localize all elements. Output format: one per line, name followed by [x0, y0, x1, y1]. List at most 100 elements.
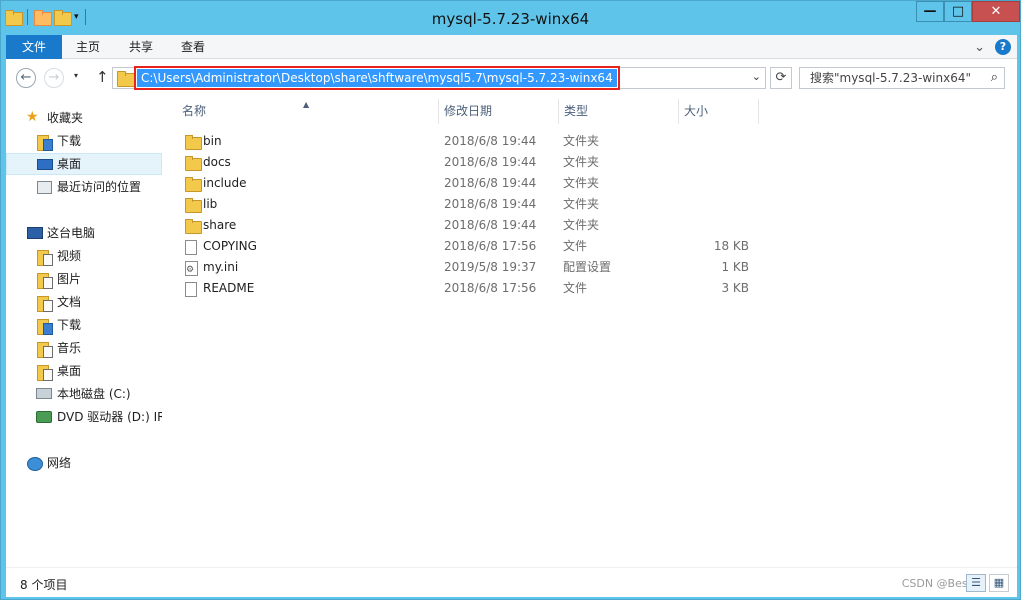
expand-ribbon-icon[interactable]: ⌄: [974, 40, 985, 55]
file-icon: [185, 240, 197, 255]
sidebar-item-documents[interactable]: 文档: [6, 291, 162, 313]
sidebar-item-label: 下载: [57, 318, 82, 332]
column-header-date[interactable]: 修改日期: [439, 99, 559, 124]
file-name: COPYING: [203, 239, 257, 253]
details-view-icon[interactable]: ☰: [966, 574, 986, 592]
sidebar-item-label: 最近访问的位置: [57, 180, 142, 194]
sidebar-item-label: 网络: [47, 456, 72, 470]
star-icon: ★: [26, 109, 39, 125]
file-type: 文件夹: [563, 134, 600, 148]
file-icon: [185, 282, 197, 297]
videos-icon: [37, 250, 53, 266]
file-row-my-ini[interactable]: my.ini 2019/5/8 19:37 配置设置 1 KB: [167, 257, 767, 281]
file-list[interactable]: 名称 ▲ 修改日期 类型 大小 bin 2018/6/8 19:44 文件夹 d…: [167, 97, 1017, 567]
sidebar-item-network[interactable]: 网络: [6, 452, 162, 474]
sidebar-item-label: 收藏夹: [47, 111, 84, 125]
file-name: lib: [203, 197, 218, 211]
window-title: mysql-5.7.23-winx64: [431, 10, 590, 28]
tab-share[interactable]: 共享: [129, 35, 153, 59]
file-row-docs[interactable]: docs 2018/6/8 19:44 文件夹: [167, 152, 767, 173]
sidebar-item-pictures[interactable]: 图片: [6, 268, 162, 290]
downloads-icon: [37, 135, 53, 151]
file-name: my.ini: [203, 260, 239, 274]
column-header-type[interactable]: 类型: [559, 99, 679, 124]
ribbon-tools: ⌄ ?: [974, 39, 1011, 55]
sidebar-item-desktop-pc[interactable]: 桌面: [6, 360, 162, 382]
file-date: 2018/6/8 17:56: [444, 281, 537, 295]
sidebar-item-videos[interactable]: 视频: [6, 245, 162, 267]
file-name: README: [203, 281, 255, 295]
file-row-bin[interactable]: bin 2018/6/8 19:44 文件夹: [167, 131, 767, 152]
file-size: 3 KB: [721, 281, 749, 295]
file-type: 配置设置: [563, 260, 612, 274]
sidebar-item-downloads[interactable]: 下载: [6, 130, 162, 152]
ini-file-icon: [185, 260, 198, 281]
pictures-icon: [37, 273, 53, 289]
sidebar-item-music[interactable]: 音乐: [6, 337, 162, 359]
window-controls: — □ ✕: [916, 1, 1020, 22]
file-row-readme[interactable]: README 2018/6/8 17:56 文件 3 KB: [167, 278, 767, 299]
sidebar-item-recent[interactable]: 最近访问的位置: [6, 176, 162, 198]
address-dropdown-icon[interactable]: ⌄: [752, 70, 761, 83]
column-header-name[interactable]: 名称 ▲: [167, 99, 439, 124]
navigation-pane[interactable]: ★ 收藏夹 下载 桌面 最近访问的位置 这台电脑 视频 图片 文档 下载 音乐 …: [6, 97, 162, 567]
downloads-icon: [37, 319, 53, 335]
file-type: 文件夹: [563, 176, 600, 190]
sidebar-item-label: 下载: [57, 134, 82, 148]
file-size: 1 KB: [721, 260, 749, 274]
sidebar-item-downloads-pc[interactable]: 下载: [6, 314, 162, 336]
large-icons-view-icon[interactable]: ▦: [989, 574, 1009, 592]
back-button[interactable]: ←: [16, 68, 36, 88]
ribbon-tabs: 文件 主页 共享 查看 ⌄ ?: [6, 35, 1017, 59]
tab-view[interactable]: 查看: [181, 35, 205, 59]
sidebar-item-local-disk[interactable]: 本地磁盘 (C:): [6, 383, 162, 405]
tab-file[interactable]: 文件: [6, 35, 62, 59]
minimize-button[interactable]: —: [916, 1, 944, 22]
documents-icon: [37, 296, 53, 312]
sidebar-item-this-pc[interactable]: 这台电脑: [6, 222, 162, 244]
close-button[interactable]: ✕: [972, 1, 1020, 22]
sidebar-item-favorites[interactable]: ★ 收藏夹: [6, 107, 162, 129]
address-bar[interactable]: C:\Users\Administrator\Desktop\share\shf…: [112, 66, 766, 90]
folder-icon: [185, 198, 202, 213]
dvd-drive-icon: [36, 411, 52, 423]
desktop-icon: [37, 159, 53, 170]
refresh-button[interactable]: ⟳: [770, 67, 792, 89]
desktop-icon: [37, 365, 53, 381]
sidebar-item-desktop[interactable]: 桌面: [6, 153, 162, 175]
search-input[interactable]: 搜索"mysql-5.7.23-winx64" ⌕: [799, 67, 1005, 89]
explorer-window: ▾ mysql-5.7.23-winx64 — □ ✕ 文件 主页 共享 查看 …: [0, 0, 1021, 600]
sidebar-item-label: 桌面: [57, 364, 82, 378]
file-row-share[interactable]: share 2018/6/8 19:44 文件夹: [167, 215, 767, 236]
recent-locations-dropdown-icon[interactable]: ▾: [74, 71, 78, 80]
folder-icon: [117, 71, 135, 87]
search-icon[interactable]: ⌕: [991, 68, 998, 88]
up-button[interactable]: ↑: [96, 68, 109, 86]
forward-button[interactable]: →: [44, 68, 64, 88]
navigation-bar: ← → ▾ ↑ C:\Users\Administrator\Desktop\s…: [6, 59, 1017, 97]
file-row-lib[interactable]: lib 2018/6/8 19:44 文件夹: [167, 194, 767, 215]
maximize-button[interactable]: □: [944, 1, 972, 22]
file-date: 2019/5/8 19:37: [444, 260, 537, 274]
help-icon[interactable]: ?: [995, 39, 1011, 55]
sidebar-item-label: 图片: [57, 272, 82, 286]
sidebar-item-label: 文档: [57, 295, 82, 309]
column-header-label: 名称: [182, 104, 207, 118]
address-path[interactable]: C:\Users\Administrator\Desktop\share\shf…: [134, 66, 620, 90]
tab-home[interactable]: 主页: [76, 35, 100, 59]
sidebar-item-dvd-drive[interactable]: DVD 驱动器 (D:) IR: [6, 406, 162, 428]
file-row-include[interactable]: include 2018/6/8 19:44 文件夹: [167, 173, 767, 194]
column-header-label: 类型: [564, 104, 589, 118]
sidebar-item-label: 视频: [57, 249, 82, 263]
file-type: 文件夹: [563, 155, 600, 169]
column-header-size[interactable]: 大小: [679, 99, 759, 124]
view-switcher: ☰ ▦: [966, 574, 1009, 592]
column-header-label: 大小: [684, 104, 709, 118]
file-type: 文件夹: [563, 218, 600, 232]
file-type: 文件夹: [563, 197, 600, 211]
hard-drive-icon: [36, 388, 52, 399]
file-row-copying[interactable]: COPYING 2018/6/8 17:56 文件 18 KB: [167, 236, 767, 257]
sort-ascending-icon: ▲: [303, 100, 310, 109]
file-type: 文件: [563, 239, 588, 253]
search-placeholder: 搜索"mysql-5.7.23-winx64": [810, 71, 971, 85]
